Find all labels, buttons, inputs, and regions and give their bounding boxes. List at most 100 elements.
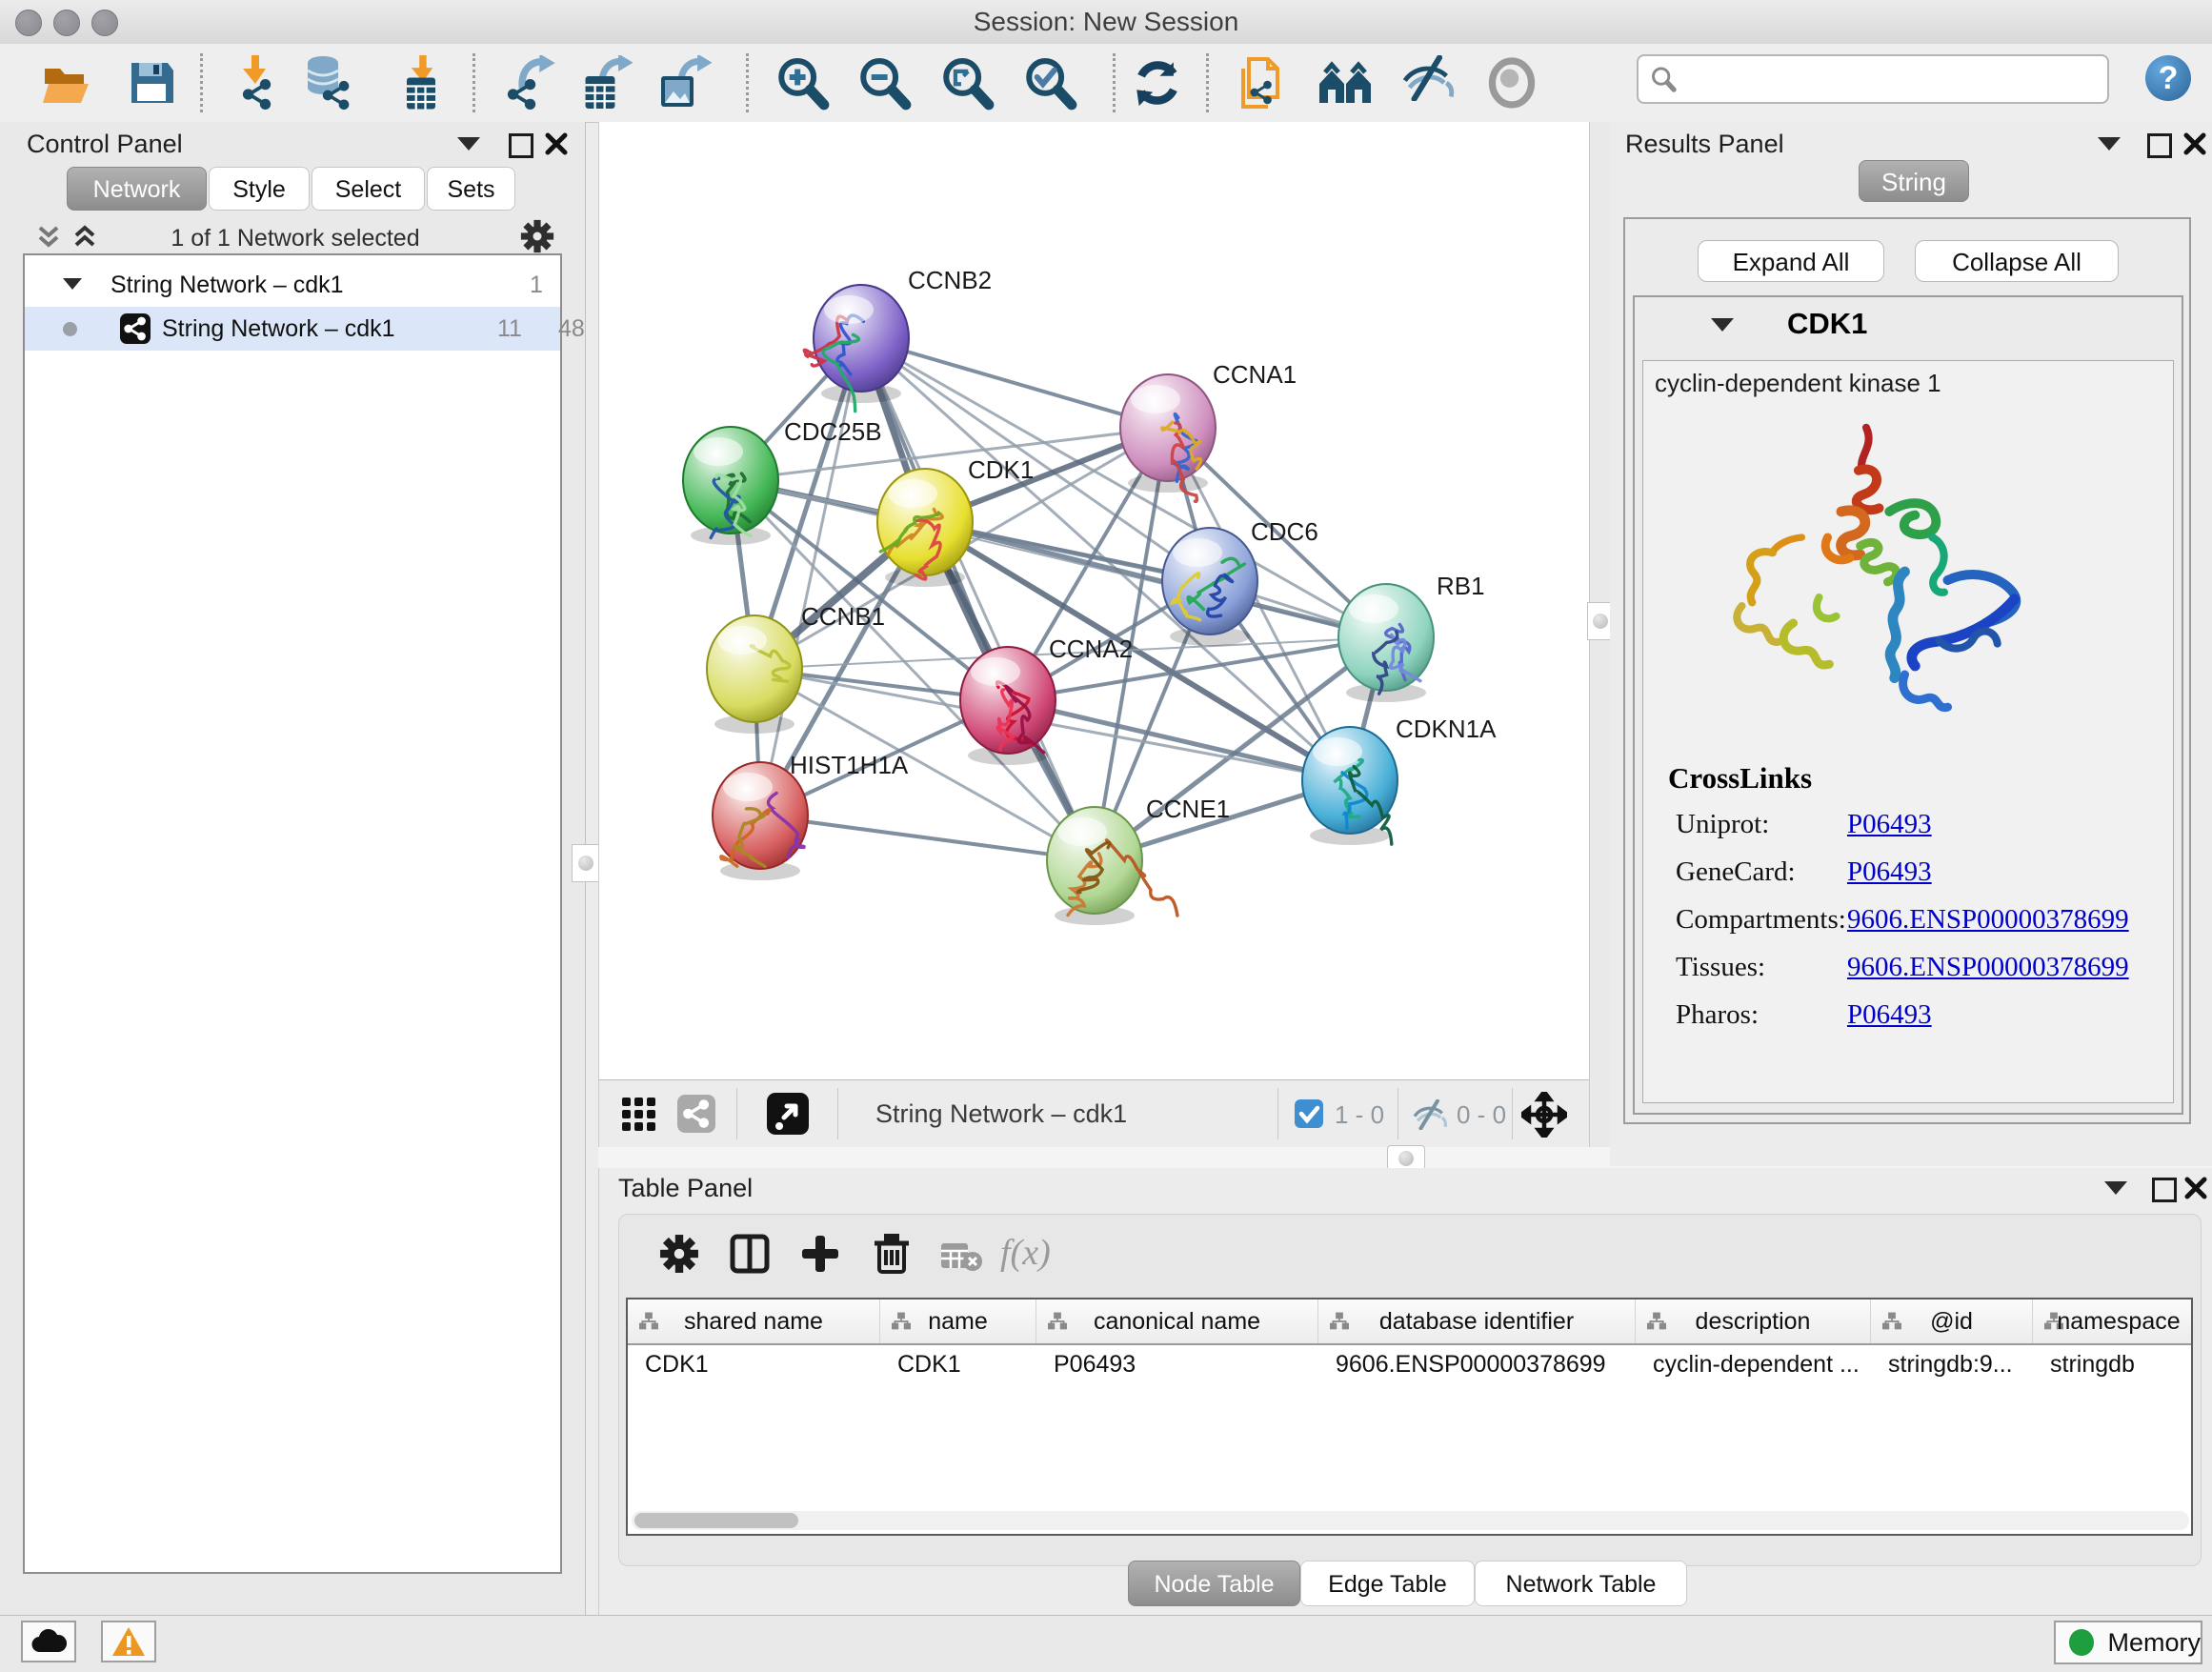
crosslink-link[interactable]: P06493 <box>1847 999 1932 1031</box>
tab-edge-table[interactable]: Edge Table <box>1300 1561 1475 1606</box>
warning-status-button[interactable] <box>101 1621 156 1662</box>
crosslink-link[interactable]: P06493 <box>1847 809 1932 840</box>
tab-node-table[interactable]: Node Table <box>1128 1561 1300 1606</box>
save-session-icon[interactable] <box>124 55 179 111</box>
table-cell[interactable]: stringdb <box>2033 1343 2193 1385</box>
hide-selection-icon[interactable] <box>1400 55 1456 111</box>
zoom-selected-icon[interactable] <box>1022 55 1077 111</box>
tab-sets[interactable]: Sets <box>427 167 515 211</box>
tab-network[interactable]: Network <box>67 167 207 211</box>
expand-all-chevron-icon[interactable] <box>70 225 99 250</box>
network-node-CCNB2[interactable]: CCNB2 <box>804 266 992 412</box>
expand-all-button[interactable]: Expand All <box>1698 240 1884 282</box>
network-collection-row[interactable]: String Network – cdk1 1 <box>25 263 560 307</box>
separator <box>1512 1088 1513 1139</box>
selected-nodes-checkbox[interactable] <box>1295 1099 1323 1128</box>
right-splitter[interactable] <box>1589 122 1612 1166</box>
network-status-dot <box>63 322 77 336</box>
tab-network-table[interactable]: Network Table <box>1475 1561 1687 1606</box>
network-share-view-icon[interactable] <box>677 1095 715 1133</box>
export-network-icon[interactable] <box>502 55 557 111</box>
panel-float-icon[interactable] <box>2147 133 2172 158</box>
import-network-from-database-icon[interactable] <box>300 55 355 111</box>
gene-section-expander-icon[interactable] <box>1711 318 1734 332</box>
cloud-status-button[interactable] <box>21 1621 76 1662</box>
refresh-view-icon[interactable] <box>1130 55 1185 111</box>
gene-section: CDK1 cyclin-dependent kinase 1 <box>1633 295 2183 1115</box>
collection-expander-icon[interactable] <box>63 278 82 290</box>
add-column-icon[interactable] <box>800 1234 840 1274</box>
tab-string[interactable]: String <box>1859 160 1969 202</box>
column-header-description[interactable]: description <box>1636 1299 1871 1343</box>
network-node-CCNA1[interactable]: CCNA1 <box>1120 360 1297 501</box>
function-builder-icon[interactable]: f(x) <box>1000 1232 1051 1274</box>
memory-button[interactable]: Memory <box>2054 1621 2202 1664</box>
column-header-name[interactable]: name <box>880 1299 1036 1343</box>
open-file-icon[interactable] <box>39 55 94 111</box>
panel-close-icon[interactable] <box>545 132 568 155</box>
column-header--id[interactable]: @id <box>1871 1299 2033 1343</box>
scrollbar-thumb[interactable] <box>634 1513 798 1528</box>
network-node-RB1[interactable]: RB1 <box>1338 572 1485 702</box>
table-cell[interactable]: 9606.ENSP00000378699 <box>1318 1343 1636 1385</box>
crosslink-link[interactable]: P06493 <box>1847 856 1932 888</box>
panel-menu-caret-icon[interactable] <box>2098 137 2121 151</box>
results-panel-title: Results Panel <box>1625 130 1784 159</box>
zoom-fit-icon[interactable] <box>939 55 995 111</box>
import-table-from-file-icon[interactable] <box>395 55 451 111</box>
hidden-eye-icon[interactable] <box>1411 1099 1449 1130</box>
search-input[interactable] <box>1684 58 2098 98</box>
node-label-HIST1H1A: HIST1H1A <box>790 751 909 779</box>
crosslink-link[interactable]: 9606.ENSP00000378699 <box>1847 952 2129 983</box>
delete-column-trash-icon[interactable] <box>873 1234 911 1276</box>
network-options-gear-icon[interactable] <box>520 219 554 253</box>
import-network-from-file-icon[interactable] <box>230 55 285 111</box>
collapse-all-button[interactable]: Collapse All <box>1915 240 2119 282</box>
help-button[interactable]: ? <box>2145 55 2191 101</box>
new-network-from-selection-icon[interactable] <box>1236 55 1291 111</box>
network-canvas[interactable]: CCNB2CCNA1CDC25BCDK1CDC6RB1CCNB1CCNA2CDK… <box>598 122 1590 1079</box>
grid-view-icon[interactable] <box>622 1098 656 1132</box>
tab-style[interactable]: Style <box>209 167 310 211</box>
fit-selected-crosshair-icon[interactable] <box>1521 1092 1567 1138</box>
first-neighbors-icon[interactable] <box>1317 55 1373 111</box>
birds-eye-view-icon[interactable] <box>767 1093 809 1135</box>
network-row[interactable]: String Network – cdk1 11 48 <box>25 307 560 351</box>
column-header-namespace[interactable]: namespace <box>2033 1299 2193 1343</box>
table-cell[interactable]: cyclin-dependent ... <box>1636 1343 1871 1385</box>
panel-menu-caret-icon[interactable] <box>457 137 480 151</box>
table-cell[interactable]: stringdb:9... <box>1871 1343 2033 1385</box>
table-cell[interactable]: CDK1 <box>628 1343 880 1385</box>
panel-float-icon[interactable] <box>2152 1178 2177 1202</box>
column-header-database-identifier[interactable]: database identifier <box>1318 1299 1636 1343</box>
collapse-all-chevron-icon[interactable] <box>34 225 63 250</box>
network-node-CCNE1[interactable]: CCNE1 <box>1047 795 1230 925</box>
separator <box>1277 1088 1278 1139</box>
crosslink-link[interactable]: 9606.ENSP00000378699 <box>1847 904 2129 936</box>
export-image-icon[interactable] <box>657 55 713 111</box>
left-splitter-handle[interactable] <box>572 844 600 882</box>
delete-table-icon[interactable] <box>941 1241 983 1272</box>
panel-float-icon[interactable] <box>509 133 533 158</box>
table-horizontal-scrollbar[interactable] <box>632 1511 2189 1530</box>
gene-details: cyclin-dependent kinase 1 <box>1642 360 2174 1103</box>
column-header-shared-name[interactable]: shared name <box>628 1299 880 1343</box>
export-table-icon[interactable] <box>580 55 635 111</box>
node-label-CDK1: CDK1 <box>968 455 1034 484</box>
network-node-CDKN1A[interactable]: CDKN1A <box>1302 715 1497 845</box>
table-cell[interactable]: P06493 <box>1036 1343 1318 1385</box>
show-graphics-details-icon[interactable] <box>1484 55 1539 111</box>
zoom-out-icon[interactable] <box>856 55 912 111</box>
network-node-CCNB1[interactable]: CCNB1 <box>707 602 885 734</box>
network-node-HIST1H1A[interactable]: HIST1H1A <box>713 751 909 880</box>
table-settings-gear-icon[interactable] <box>659 1234 699 1274</box>
show-columns-icon[interactable] <box>730 1234 770 1274</box>
table-cell[interactable]: CDK1 <box>880 1343 1036 1385</box>
panel-close-icon[interactable] <box>2183 132 2206 155</box>
tab-select[interactable]: Select <box>312 167 425 211</box>
panel-menu-caret-icon[interactable] <box>2104 1181 2127 1195</box>
network-node-CDC25B[interactable]: CDC25B <box>683 417 882 545</box>
zoom-in-icon[interactable] <box>774 55 830 111</box>
column-header-canonical-name[interactable]: canonical name <box>1036 1299 1318 1343</box>
panel-close-icon[interactable] <box>2184 1177 2207 1199</box>
